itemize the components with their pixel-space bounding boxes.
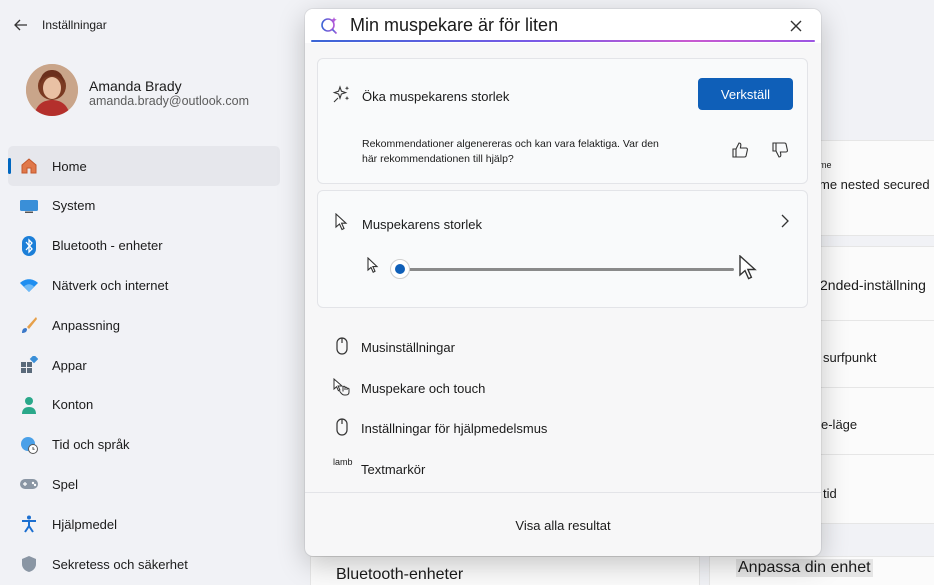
pointer-size-card[interactable]: Muspekarens storlek [317, 190, 808, 308]
sidebar-item-home[interactable]: Home [8, 146, 280, 186]
search-bar[interactable]: Min muspekare är för liten [305, 9, 821, 43]
sidebar-item-privacy[interactable]: Sekretess och säkerhet [8, 544, 280, 584]
background-fragment: surfpunkt [823, 350, 877, 365]
pointer-size-slider-track[interactable] [400, 268, 734, 271]
arrow-left-icon [14, 19, 27, 31]
result-text-cursor[interactable]: lamb Textmarkör [317, 449, 808, 485]
recommendation-disclaimer: Rekommendationer algenereras och kan var… [362, 138, 659, 165]
large-cursor-icon [738, 254, 758, 281]
section-title-customize: Anpassa din enhet [736, 559, 873, 577]
person-icon [19, 395, 39, 415]
wifi-icon [19, 275, 39, 295]
sidebar-item-label: Home [52, 158, 87, 174]
thumbs-up-icon[interactable] [731, 141, 749, 159]
background-fragment: me nested secured [819, 177, 930, 192]
sidebar-item-label: Hjälpmedel [52, 516, 118, 532]
sidebar-item-label: Nätverk och internet [52, 277, 169, 293]
sidebar-item-gaming[interactable]: Spel [8, 464, 280, 504]
small-cursor-icon [366, 256, 380, 274]
recommendation-title: Öka muspekarens storlek [362, 89, 510, 104]
result-label: Textmarkör [361, 462, 426, 477]
sidebar-item-system[interactable]: System [8, 186, 280, 226]
search-flyout: Min muspekare är för liten Öka muspekare… [305, 9, 821, 556]
pointer-size-title: Muspekarens storlek [362, 217, 482, 232]
chevron-right-icon[interactable] [778, 213, 792, 229]
close-button[interactable] [785, 15, 807, 37]
sidebar-item-network[interactable]: Nätverk och internet [8, 265, 280, 305]
apps-icon [19, 355, 39, 375]
result-label: Musinställningar [361, 340, 455, 355]
gamepad-icon [19, 474, 39, 494]
mouse-icon [333, 418, 351, 436]
show-all-results-link[interactable]: Visa alla resultat [305, 518, 821, 533]
monitor-icon [19, 196, 39, 216]
result-label: Muspekare och touch [361, 381, 486, 396]
recommendation-card: Öka muspekarens storlek Verkställ Rekomm… [317, 58, 808, 184]
user-profile[interactable]: Amanda Brady amanda.brady@outlook.com [26, 64, 306, 120]
sidebar-item-accounts[interactable]: Konton [8, 385, 280, 425]
search-input[interactable]: Min muspekare är för liten [350, 15, 558, 36]
sidebar-item-time-language[interactable]: Tid och språk [8, 425, 280, 465]
sidebar-item-label: Bluetooth - enheter [52, 238, 163, 254]
thumbs-down-icon[interactable] [771, 141, 789, 159]
accessibility-icon [19, 514, 39, 534]
sparkle-icon [332, 84, 352, 104]
sidebar-item-label: Spel [52, 476, 79, 492]
avatar [26, 64, 78, 116]
result-pointer-touch[interactable]: Muspekare och touch [317, 368, 808, 404]
background-fragment: e-läge [821, 417, 858, 432]
cursor-icon [334, 212, 350, 231]
brush-icon [19, 315, 39, 335]
sidebar-item-label: Tid och språk [52, 437, 130, 453]
pointer-size-slider-thumb[interactable] [390, 259, 410, 279]
result-prefix: lamb [333, 457, 353, 467]
section-title-bluetooth: Bluetooth-enheter [336, 566, 464, 583]
globe-clock-icon [19, 435, 39, 455]
title-bar: Inställningar [0, 0, 300, 50]
back-button[interactable] [10, 14, 32, 36]
result-label: Inställningar för hjälpmedelsmus [361, 421, 548, 436]
sidebar-item-label: System [52, 198, 96, 214]
sidebar-item-bluetooth[interactable]: Bluetooth - enheter [8, 226, 280, 266]
profile-email: amanda.brady@outlook.com [89, 94, 249, 108]
profile-name: Amanda Brady [89, 78, 182, 94]
apply-button[interactable]: Verkställ [698, 78, 793, 110]
background-fragment: 2nded-inställning [820, 277, 926, 293]
shield-icon [19, 554, 39, 574]
close-icon [790, 20, 802, 32]
result-accessibility-mouse[interactable]: Inställningar för hjälpmedelsmus [317, 408, 808, 444]
copilot-search-icon [319, 15, 341, 37]
result-mouse-settings[interactable]: Musinställningar [317, 327, 808, 363]
background-fragment: tid [823, 486, 837, 501]
pointer-touch-icon [333, 378, 351, 396]
footer-divider [305, 492, 821, 493]
home-icon [19, 156, 39, 176]
mouse-icon [333, 337, 351, 355]
sidebar-item-label: Appar [52, 357, 87, 373]
sidebar-item-apps[interactable]: Appar [8, 345, 280, 385]
sidebar-item-label: Anpassning [52, 317, 120, 333]
bluetooth-icon [19, 235, 39, 256]
sidebar-item-personalization[interactable]: Anpassning [8, 305, 280, 345]
app-title: Inställningar [42, 18, 107, 32]
sidebar-item-accessibility[interactable]: Hjälpmedel [8, 504, 280, 544]
search-underline [311, 40, 815, 42]
sidebar-item-label: Konton [52, 397, 94, 413]
sidebar-item-label: Sekretess och säkerhet [52, 556, 188, 572]
